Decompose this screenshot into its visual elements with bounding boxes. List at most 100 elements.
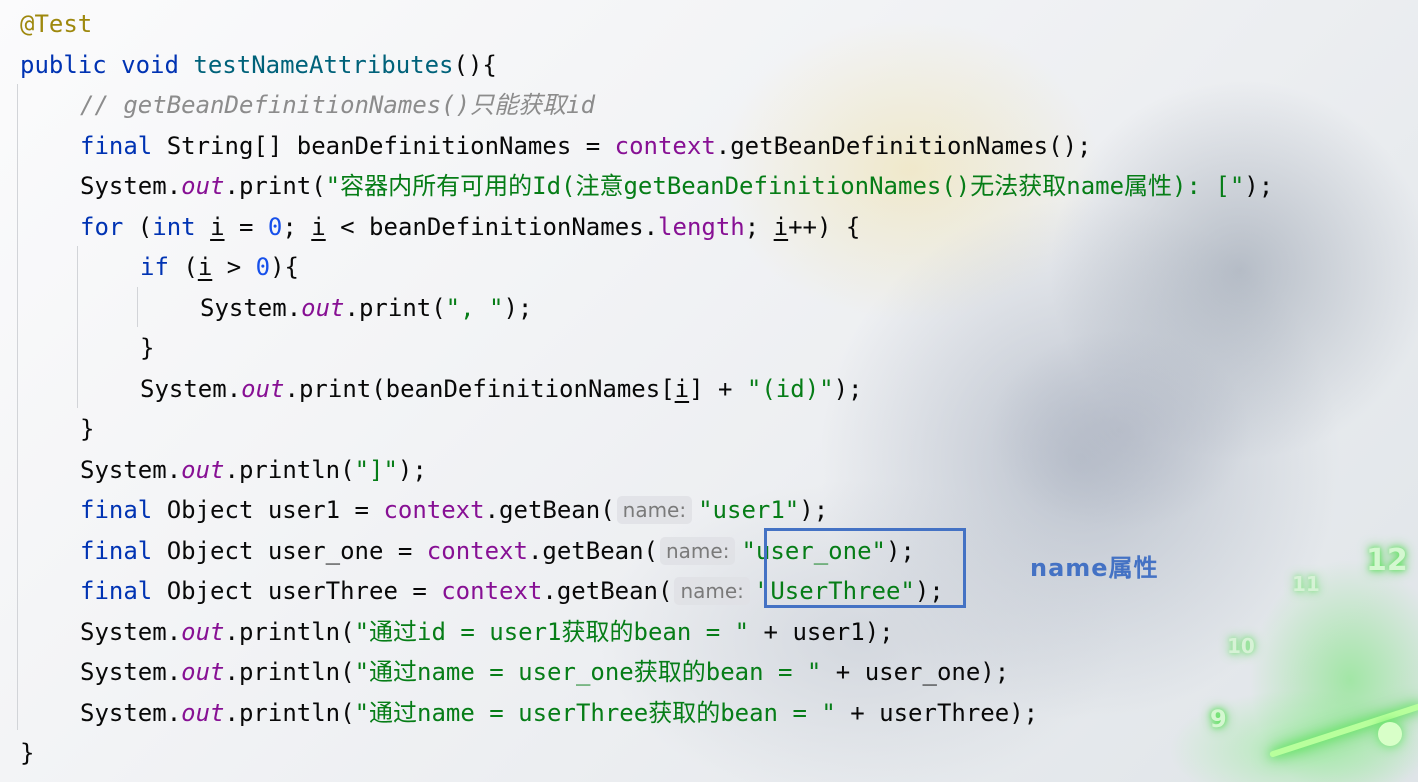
code-line: } xyxy=(20,733,1273,774)
keyword-token: public void xyxy=(20,50,179,79)
variable-token: i xyxy=(210,212,225,241)
keyword-token: final xyxy=(80,536,153,565)
static-field-token: out xyxy=(181,455,225,484)
code-text: .println( xyxy=(224,658,355,686)
static-field-token: out xyxy=(181,617,225,646)
code-text: .getBean( xyxy=(484,496,615,524)
annotation-label: name属性 xyxy=(1030,554,1159,582)
code-text: System. xyxy=(80,172,182,200)
code-text: ; xyxy=(744,212,774,241)
indent-guide xyxy=(17,84,18,730)
code-text: Object userThree = xyxy=(152,577,442,605)
code-line-comment: // getBeanDefinitionNames()只能获取id xyxy=(20,85,1273,126)
code-line: System.out.print("容器内所有可用的Id(注意getBeanDe… xyxy=(20,166,1273,207)
variable-token: i xyxy=(311,212,326,241)
code-text: ); xyxy=(833,374,863,403)
code-line: } xyxy=(20,409,1273,450)
static-field-token: out xyxy=(301,293,345,322)
string-token: "通过name = userThree获取的bean = " xyxy=(354,698,836,727)
code-text: < beanDefinitionNames. xyxy=(325,212,659,241)
code-text: ; xyxy=(282,212,312,241)
parameter-hint: name: xyxy=(674,577,750,605)
code-line: System.out.println("]"); xyxy=(20,450,1273,491)
code-text: (){ xyxy=(453,50,497,79)
code-line: final String[] beanDefinitionNames = con… xyxy=(20,126,1273,167)
clock-number: 11 xyxy=(1292,572,1320,596)
string-token: ", " xyxy=(445,293,504,322)
code-text: + userThree); xyxy=(835,698,1039,727)
code-line: System.out.println("通过id = user1获取的bean … xyxy=(20,612,1273,653)
code-line: System.out.print(", "); xyxy=(20,288,1273,329)
string-token: "容器内所有可用的Id(注意getBeanDefinitionNames()无法… xyxy=(325,172,1245,200)
keyword-token: int xyxy=(152,212,196,241)
code-text: System. xyxy=(80,455,182,484)
code-text: ); xyxy=(799,496,829,524)
code-text: + user1); xyxy=(749,617,894,646)
clock-number: 12 xyxy=(1366,543,1408,578)
code-line: System.out.println("通过name = user_one获取的… xyxy=(20,652,1273,693)
parameter-hint: name: xyxy=(616,496,693,524)
string-token: "通过name = user_one获取的bean = " xyxy=(354,658,822,686)
closing-brace: } xyxy=(140,334,155,362)
code-text: ( xyxy=(123,212,153,241)
code-text: .getBean( xyxy=(542,577,673,605)
code-text: System. xyxy=(80,698,182,727)
code-text: ); xyxy=(397,455,427,484)
string-token: "]" xyxy=(354,455,398,484)
code-text: ] + xyxy=(689,374,747,403)
code-text: String[] beanDefinitionNames = xyxy=(152,131,615,160)
annotation-token: @Test xyxy=(20,10,93,38)
keyword-token: final xyxy=(80,496,153,524)
code-text: ); xyxy=(1244,172,1274,200)
keyword-token: for xyxy=(80,212,124,241)
keyword-token: if xyxy=(140,253,169,281)
code-text: .print( xyxy=(224,172,326,200)
keyword-token: final xyxy=(80,131,153,160)
number-token: 0 xyxy=(267,212,283,241)
code-text: ){ xyxy=(270,253,299,281)
code-text: .println( xyxy=(224,698,355,727)
code-line: System.out.println("通过name = userThree获取… xyxy=(20,693,1273,734)
number-token: 0 xyxy=(255,253,271,281)
parameter-hint: name: xyxy=(660,536,736,565)
string-token: "(id)" xyxy=(746,374,834,403)
code-line-annotation: @Test xyxy=(20,4,1273,45)
variable-token: i xyxy=(773,212,789,241)
code-text: .getBeanDefinitionNames(); xyxy=(715,131,1092,160)
code-text: ++) { xyxy=(788,212,861,241)
field-token: context xyxy=(441,577,543,605)
code-text: ( xyxy=(168,253,198,281)
code-line: } xyxy=(20,328,1273,369)
code-text: System. xyxy=(200,293,302,322)
code-text: .println( xyxy=(224,455,355,484)
field-token: context xyxy=(383,496,485,524)
code-text: Object user1 = xyxy=(152,496,384,524)
variable-token: i xyxy=(674,374,690,403)
closing-brace: } xyxy=(80,415,95,443)
code-line: if (i > 0){ xyxy=(20,247,1273,288)
code-text: .getBean( xyxy=(527,536,658,565)
code-text: > xyxy=(212,253,256,281)
static-field-token: out xyxy=(181,658,225,686)
field-token: length xyxy=(658,212,745,241)
code-text: + user_one); xyxy=(821,658,1010,686)
code-text: System. xyxy=(80,658,182,686)
static-field-token: out xyxy=(181,172,225,200)
field-token: context xyxy=(614,131,716,160)
closing-brace: } xyxy=(20,739,35,767)
highlight-box xyxy=(764,528,966,608)
variable-token: i xyxy=(197,253,213,281)
method-name: testNameAttributes xyxy=(193,50,454,79)
code-text: System. xyxy=(80,617,182,646)
string-token: "user1" xyxy=(698,496,800,524)
static-field-token: out xyxy=(241,374,285,403)
code-text: .println( xyxy=(224,617,355,646)
code-text: Object user_one = xyxy=(152,536,427,565)
keyword-token: final xyxy=(80,577,153,605)
static-field-token: out xyxy=(181,698,225,727)
code-line: final Object user1 = context.getBean(nam… xyxy=(20,490,1273,531)
code-editor[interactable]: @Test public void testNameAttributes(){ … xyxy=(20,4,1273,774)
code-line: System.out.print(beanDefinitionNames[i] … xyxy=(20,369,1273,410)
comment-token: // getBeanDefinitionNames()只能获取id xyxy=(80,91,596,119)
